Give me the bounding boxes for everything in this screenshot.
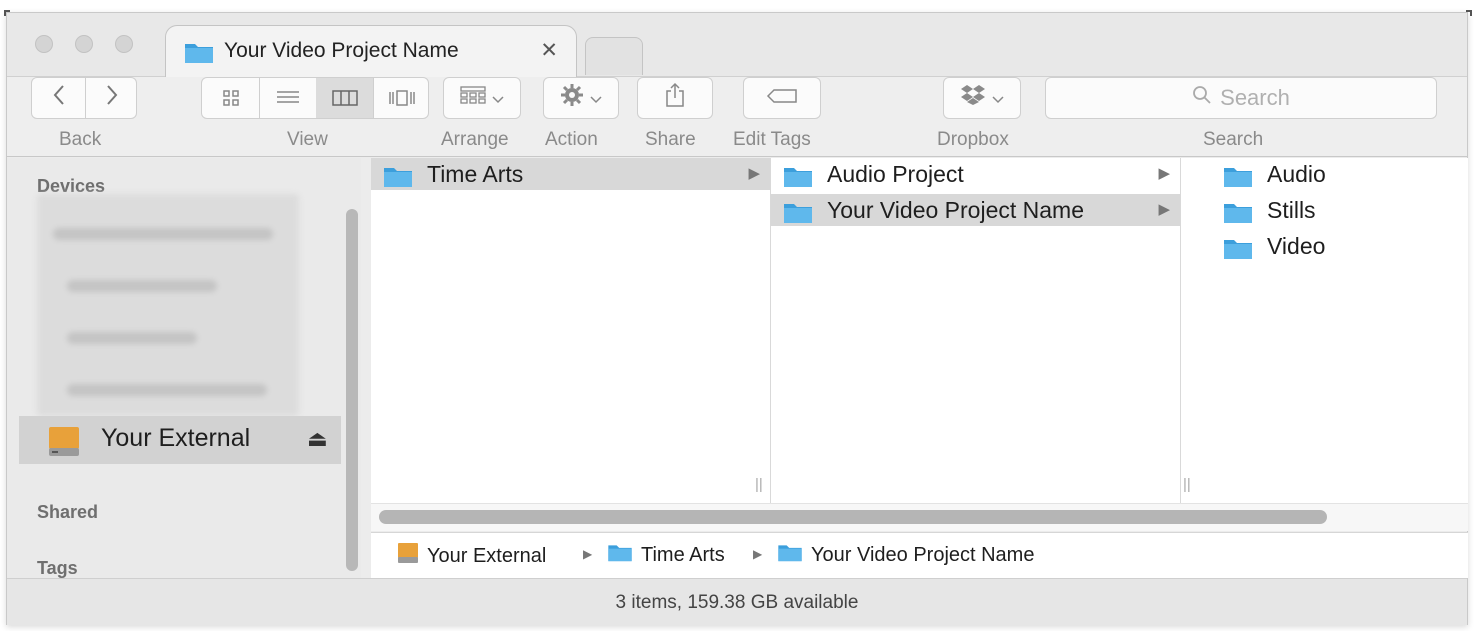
action-button[interactable] <box>543 77 619 119</box>
tab-active[interactable]: Your Video Project Name ✕ <box>165 25 577 79</box>
folder-icon <box>1223 200 1253 229</box>
view-label: View <box>287 129 328 150</box>
close-window-button[interactable] <box>35 35 53 53</box>
external-drive-icon <box>397 542 419 570</box>
folder-icon <box>777 542 803 568</box>
folder-icon <box>1223 164 1253 193</box>
back-label: Back <box>59 129 102 150</box>
folder-icon <box>783 200 813 229</box>
dropbox-icon <box>960 84 986 112</box>
toolbar: Back View Arrange Action Share Edit Tags… <box>7 77 1467 157</box>
column-2: Audio Project ▶ Your Video Project Name … <box>771 158 1191 503</box>
status-bar: 3 items, 159.38 GB available <box>7 578 1467 625</box>
arrange-label: Arrange <box>441 129 509 150</box>
back-forward-control <box>31 77 137 119</box>
list-item[interactable]: Stills <box>1211 194 1468 226</box>
chevron-down-icon <box>590 87 602 110</box>
list-item[interactable]: Your Video Project Name ▶ <box>771 194 1180 226</box>
edit-tags-label: Edit Tags <box>733 129 811 150</box>
tag-icon <box>766 87 798 110</box>
path-crumb-folder[interactable]: Your Video Project Name <box>777 542 1034 568</box>
path-crumb-folder[interactable]: Time Arts <box>607 542 725 568</box>
chevron-right-icon[interactable] <box>85 84 138 112</box>
list-view-icon[interactable] <box>259 78 316 118</box>
sidebar-scrollbar[interactable] <box>346 209 358 571</box>
path-separator-icon: ▶ <box>583 547 593 561</box>
sidebar-heading-tags: Tags <box>37 558 78 578</box>
folder-icon <box>1223 236 1253 265</box>
sidebar: Devices Your External ⏏ Shared Tags <box>7 158 361 578</box>
dropbox-button[interactable] <box>943 77 1021 119</box>
chevron-down-icon <box>992 87 1004 110</box>
path-crumb-drive[interactable]: Your External <box>397 542 546 570</box>
external-drive-icon <box>47 426 81 463</box>
search-label: Search <box>1203 129 1264 150</box>
list-item-label: Time Arts <box>427 161 524 187</box>
edit-tags-button[interactable] <box>743 77 821 119</box>
icon-view-icon[interactable] <box>202 78 259 118</box>
search-input[interactable]: Search <box>1045 77 1437 119</box>
list-item-label: Stills <box>1267 197 1316 223</box>
share-button[interactable] <box>637 77 713 119</box>
list-item[interactable]: Video <box>1211 230 1468 262</box>
column-1: Time Arts ▶ || <box>371 158 771 503</box>
zoom-window-button[interactable] <box>115 35 133 53</box>
path-crumb-label: Your Video Project Name <box>811 543 1035 566</box>
scrollbar-thumb[interactable] <box>379 510 1327 524</box>
search-icon <box>1192 85 1212 111</box>
chevron-left-icon[interactable] <box>32 84 85 112</box>
column-browser: Time Arts ▶ || Audio Project ▶ Your Vide… <box>371 158 1468 503</box>
column-view-icon[interactable] <box>316 78 373 118</box>
status-text: 3 items, 159.38 GB available <box>615 592 859 613</box>
folder-icon <box>184 40 214 69</box>
list-item-label: Audio Project <box>827 161 964 187</box>
list-item[interactable]: Time Arts ▶ <box>371 158 770 190</box>
chevron-down-icon <box>492 87 504 110</box>
action-label: Action <box>545 129 598 150</box>
folder-icon <box>607 542 633 568</box>
path-separator-icon: ▶ <box>753 547 763 561</box>
arrange-grid-icon <box>460 86 486 110</box>
share-icon <box>665 82 685 114</box>
sidebar-heading-shared: Shared <box>37 502 99 522</box>
list-item-label: Audio <box>1267 161 1326 187</box>
column-3: Audio Stills Video <box>1211 158 1468 503</box>
search-placeholder: Search <box>1220 85 1290 110</box>
tab-bar: Your Video Project Name ✕ <box>7 13 1467 79</box>
horizontal-scrollbar[interactable] <box>371 503 1468 531</box>
column-resize-handle[interactable]: || <box>1183 476 1191 493</box>
dropbox-label: Dropbox <box>937 129 1009 150</box>
minimize-window-button[interactable] <box>75 35 93 53</box>
sidebar-item-label: Your External <box>101 424 251 452</box>
path-crumb-label: Time Arts <box>641 543 725 566</box>
share-label: Share <box>645 129 696 150</box>
view-control <box>201 77 429 119</box>
eject-icon[interactable]: ⏏ <box>307 426 328 452</box>
cover-flow-view-icon[interactable] <box>373 78 430 118</box>
disclosure-arrow-icon: ▶ <box>748 165 760 182</box>
path-crumb-label: Your External <box>427 544 547 567</box>
list-item[interactable]: Audio <box>1211 158 1468 190</box>
blurred-device-list <box>37 194 299 416</box>
disclosure-arrow-icon: ▶ <box>1158 165 1170 182</box>
list-item-label: Video <box>1267 233 1326 259</box>
new-tab-button[interactable] <box>585 37 643 75</box>
folder-icon <box>383 164 413 193</box>
arrange-button[interactable] <box>443 77 521 119</box>
column-resize-handle[interactable]: || <box>755 476 763 493</box>
list-item-label: Your Video Project Name <box>827 197 1084 223</box>
tab-close-button[interactable]: ✕ <box>540 38 558 63</box>
tab-title: Your Video Project Name <box>224 39 459 62</box>
disclosure-arrow-icon: ▶ <box>1158 201 1170 218</box>
gear-icon <box>560 83 584 113</box>
list-item[interactable]: Audio Project ▶ <box>771 158 1180 190</box>
folder-icon <box>783 164 813 193</box>
path-bar: Your External ▶ Time Arts ▶ Your Video P… <box>371 532 1468 578</box>
finder-window: Your Video Project Name ✕ Back View Arra… <box>6 12 1468 625</box>
